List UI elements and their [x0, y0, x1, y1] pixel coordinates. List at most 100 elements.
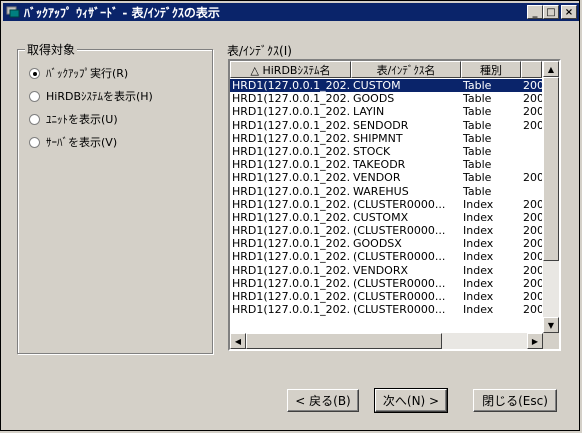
table-row[interactable]: HRD1(127.0.0.1_202... (CLUSTER0000... Inde…	[230, 277, 542, 290]
table-row[interactable]: HRD1(127.0.0.1_202... GOODS Table 200	[230, 92, 542, 105]
table-row[interactable]: HRD1(127.0.0.1_202... (CLUSTER0000... Inde…	[230, 198, 542, 211]
horizontal-scrollbar[interactable]: ◀ ▶	[230, 333, 543, 349]
table-cell: (CLUSTER0000...	[353, 276, 446, 290]
app-icon	[6, 6, 20, 18]
vertical-scrollbar[interactable]: ▲ ▼	[543, 61, 559, 333]
table-cell: Table	[463, 92, 492, 106]
minimize-button[interactable]: _	[527, 5, 543, 19]
radio-button-checked-icon[interactable]	[29, 67, 40, 79]
table-cell: Table	[463, 144, 492, 158]
next-button[interactable]: 次へ(N) >	[374, 388, 448, 413]
table-row[interactable]: HRD1(127.0.0.1_202... TAKEODR Table	[230, 158, 542, 171]
table-cell: Index	[463, 290, 494, 303]
scroll-left-button[interactable]: ◀	[230, 333, 246, 349]
target-group-title: 取得対象	[25, 41, 78, 58]
table-cell: 200	[523, 171, 542, 185]
table-cell: HRD1(127.0.0.1_202...	[232, 92, 351, 106]
table-row[interactable]: HRD1(127.0.0.1_202... (CLUSTER0000... Inde…	[230, 224, 542, 237]
table-cell	[521, 185, 542, 198]
radio-button-icon[interactable]	[29, 113, 40, 125]
scroll-down-button[interactable]: ▼	[543, 317, 559, 333]
table-cell: SHIPMNT	[353, 131, 403, 145]
table-cell: 200	[523, 79, 542, 92]
table-cell: 200	[523, 224, 542, 238]
table-cell: 200	[523, 250, 542, 264]
column-header-type[interactable]: 種別	[461, 61, 521, 78]
table-cell: 200	[523, 210, 542, 224]
table-cell: HRD1(127.0.0.1_202...	[232, 131, 351, 145]
table-cell: HRD1(127.0.0.1_202...	[232, 197, 351, 211]
table-cell: HRD1(127.0.0.1_202...	[232, 224, 351, 238]
table-row[interactable]: HRD1(127.0.0.1_202... SENDODR Table 200	[230, 119, 542, 132]
radio-button-icon[interactable]	[29, 90, 40, 102]
back-button[interactable]: < 戻る(B)	[287, 389, 359, 412]
table-cell: TAKEODR	[353, 158, 406, 172]
table-cell: 200	[523, 118, 542, 132]
table-cell: 200	[523, 290, 542, 303]
table-cell: VENDOR	[353, 171, 401, 185]
minimize-icon: _	[532, 6, 538, 18]
radio-show-hirdb[interactable]: HiRDBｼｽﾃﾑを表示(H)	[29, 88, 153, 104]
table-cell: HRD1(127.0.0.1_202...	[232, 290, 351, 303]
table-row[interactable]: HRD1(127.0.0.1_202... LAYIN Table 200	[230, 105, 542, 118]
table-index-listview[interactable]: △ HiRDBｼｽﾃﾑ名 表/ｲﾝﾃﾞｸｽ名 種別 HRD1(127.0.0.1…	[228, 59, 561, 351]
close-window-button[interactable]: ×	[561, 5, 577, 19]
column-header-hirdb-system[interactable]: △ HiRDBｼｽﾃﾑ名	[230, 61, 351, 78]
table-row[interactable]: HRD1(127.0.0.1_202... VENDOR Table 200	[230, 171, 542, 184]
radio-backup-run[interactable]: ﾊﾞｯｸｱｯﾌﾟ実行(R)	[29, 65, 128, 81]
table-cell: HRD1(127.0.0.1_202...	[232, 237, 351, 251]
radio-button-icon[interactable]	[29, 136, 40, 148]
list-header: △ HiRDBｼｽﾃﾑ名 表/ｲﾝﾃﾞｸｽ名 種別	[230, 61, 542, 78]
table-row[interactable]: HRD1(127.0.0.1_202... (CLUSTER0000... Inde…	[230, 290, 542, 303]
table-cell: (CLUSTER0000...	[353, 250, 446, 264]
table-row[interactable]: HRD1(127.0.0.1_202... GOODSX Index 200	[230, 237, 542, 250]
vertical-scroll-thumb[interactable]	[543, 77, 559, 261]
table-cell: Index	[463, 224, 494, 238]
scroll-up-button[interactable]: ▲	[543, 61, 559, 77]
table-index-list-label: 表/ｲﾝﾃﾞｸｽ(I)	[227, 44, 292, 58]
list-rows: HRD1(127.0.0.1_202... CUSTOM Table 200 HRD1(…	[230, 79, 542, 316]
table-row[interactable]: HRD1(127.0.0.1_202... VENDORX Index 200	[230, 264, 542, 277]
radio-show-hirdb-label: HiRDBｼｽﾃﾑを表示(H)	[46, 90, 153, 103]
table-cell: HRD1(127.0.0.1_202...	[232, 263, 351, 277]
arrow-down-icon: ▼	[547, 320, 555, 330]
table-cell: HRD1(127.0.0.1_202...	[232, 105, 351, 119]
maximize-button[interactable]: □	[543, 5, 559, 19]
table-cell: Index	[463, 197, 494, 211]
table-cell: 200	[523, 263, 542, 277]
backup-wizard-window: ﾊﾞｯｸｱｯﾌﾟ ｳｨｻﾞｰﾄﾞ - 表/ｲﾝﾃﾞｸｽの表示 _ □ × 取得対…	[0, 0, 580, 431]
table-cell: Index	[463, 237, 494, 251]
table-cell: SENDODR	[353, 118, 409, 132]
table-row[interactable]: HRD1(127.0.0.1_202... (CLUSTER0000... Inde…	[230, 250, 542, 263]
table-cell: LAYIN	[353, 105, 385, 119]
table-row[interactable]: HRD1(127.0.0.1_202... STOCK Table	[230, 145, 542, 158]
table-cell: (CLUSTER0000...	[353, 290, 446, 303]
radio-show-unit[interactable]: ﾕﾆｯﾄを表示(U)	[29, 111, 118, 127]
scroll-right-button[interactable]: ▶	[527, 333, 543, 349]
table-cell: HRD1(127.0.0.1_202...	[232, 144, 351, 158]
table-cell: GOODS	[353, 92, 395, 106]
title-bar[interactable]: ﾊﾞｯｸｱｯﾌﾟ ｳｨｻﾞｰﾄﾞ - 表/ｲﾝﾃﾞｸｽの表示 _ □ ×	[3, 3, 579, 21]
table-cell: HRD1(127.0.0.1_202...	[232, 158, 351, 172]
radio-backup-run-label: ﾊﾞｯｸｱｯﾌﾟ実行(R)	[46, 67, 129, 80]
table-cell: STOCK	[353, 144, 391, 158]
horizontal-scroll-thumb[interactable]	[246, 333, 442, 349]
close-button[interactable]: 閉じる(Esc)	[473, 389, 557, 412]
arrow-left-icon: ◀	[234, 336, 242, 346]
table-cell: Table	[463, 158, 492, 172]
table-cell: Table	[463, 184, 492, 198]
table-row[interactable]: HRD1(127.0.0.1_202... CUSTOM Table 200	[230, 79, 542, 93]
table-row[interactable]: HRD1(127.0.0.1_202... CUSTOMX Index 200	[230, 211, 542, 224]
table-row[interactable]: HRD1(127.0.0.1_202... SHIPMNT Table	[230, 132, 542, 145]
table-cell	[521, 132, 542, 145]
table-cell: Table	[463, 79, 492, 92]
column-header-table-index-name[interactable]: 表/ｲﾝﾃﾞｸｽ名	[351, 61, 461, 78]
table-row[interactable]: HRD1(127.0.0.1_202... WAREHUS Table	[230, 185, 542, 198]
table-cell: Table	[463, 131, 492, 145]
table-row[interactable]: HRD1(127.0.0.1_202... (CLUSTER0000... Inde…	[230, 303, 542, 316]
table-cell: Index	[463, 303, 494, 317]
table-cell: Table	[463, 118, 492, 132]
column-header-date[interactable]	[521, 61, 542, 78]
radio-show-server[interactable]: ｻｰﾊﾞを表示(V)	[29, 134, 117, 150]
table-cell: CUSTOMX	[353, 210, 409, 224]
